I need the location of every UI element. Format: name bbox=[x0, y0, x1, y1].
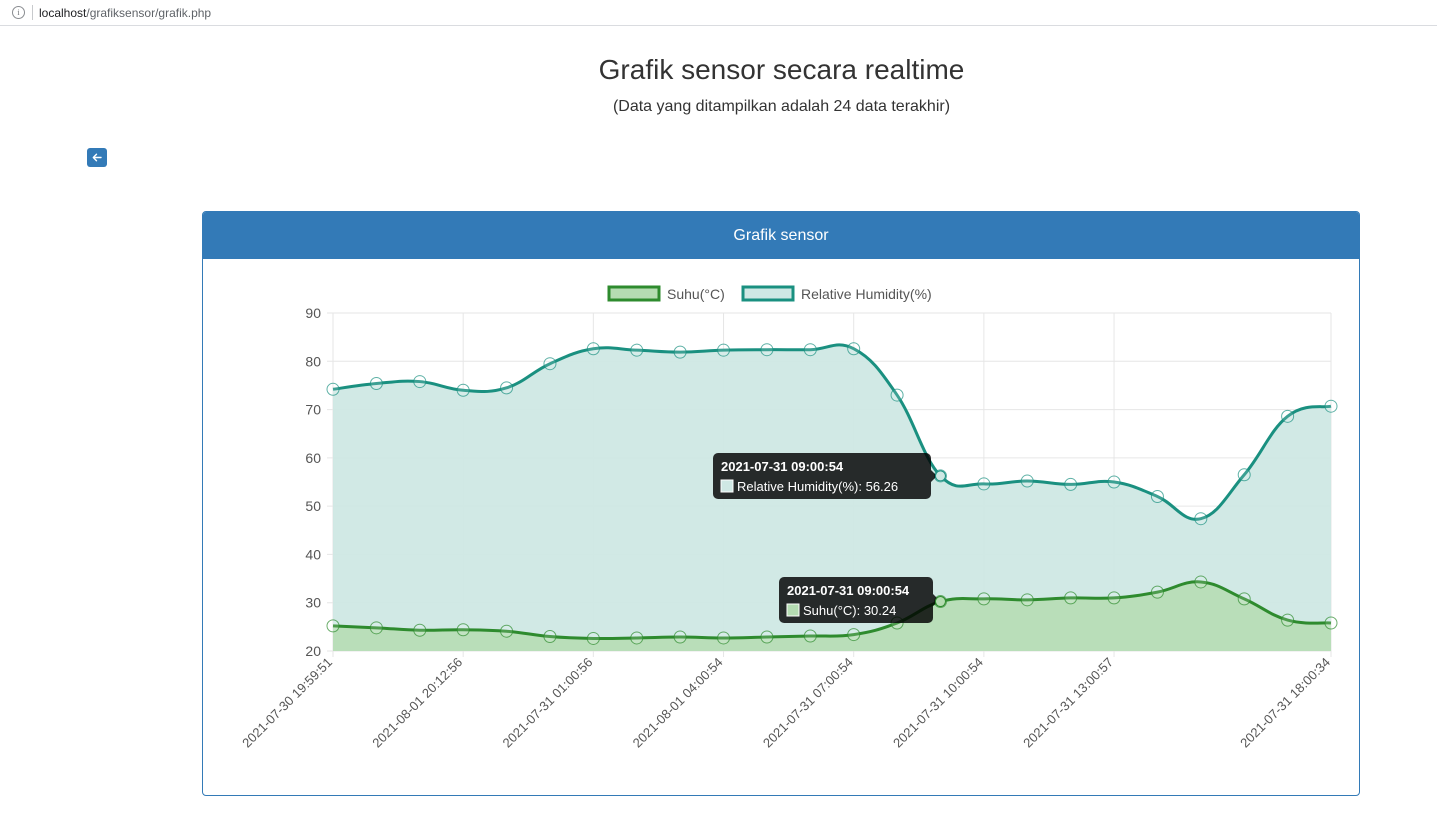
y-tick-label: 20 bbox=[305, 643, 321, 659]
x-tick-label: 2021-07-30 19:59:51 bbox=[239, 655, 335, 751]
suhu-point bbox=[413, 623, 427, 637]
tooltip-swatch bbox=[720, 479, 734, 493]
x-tick-label: 2021-07-31 01:00:56 bbox=[500, 655, 596, 751]
suhu-point bbox=[1281, 613, 1295, 627]
y-tick-label: 70 bbox=[305, 402, 321, 418]
suhu-point bbox=[760, 630, 774, 644]
url-host: localhost bbox=[39, 6, 87, 20]
tooltip-label: Relative Humidity(%): 56.26 bbox=[737, 479, 898, 494]
humidity-point bbox=[977, 477, 991, 491]
y-tick-label: 60 bbox=[305, 450, 321, 466]
suhu-point bbox=[369, 621, 383, 635]
x-tick-label: 2021-07-31 18:00:34 bbox=[1237, 655, 1333, 751]
tooltip-title: 2021-07-31 09:00:54 bbox=[787, 583, 910, 598]
tooltip-point bbox=[934, 596, 946, 608]
humidity-point bbox=[760, 343, 774, 357]
humidity-point bbox=[1324, 399, 1338, 413]
suhu-point bbox=[1324, 616, 1338, 630]
suhu-point bbox=[1107, 591, 1121, 605]
tooltip-swatch bbox=[786, 603, 800, 617]
suhu-point bbox=[630, 631, 644, 645]
y-tick-label: 40 bbox=[305, 546, 321, 562]
suhu-point bbox=[1194, 575, 1208, 589]
suhu-point bbox=[326, 619, 340, 633]
suhu-point bbox=[543, 630, 557, 644]
humidity-point bbox=[673, 345, 687, 359]
humidity-point bbox=[803, 343, 817, 357]
humidity-point bbox=[1107, 475, 1121, 489]
suhu-point bbox=[1237, 592, 1251, 606]
suhu-point bbox=[977, 592, 991, 606]
humidity-point bbox=[543, 357, 557, 371]
x-tick-label: 2021-07-31 07:00:54 bbox=[760, 655, 856, 751]
humidity-point bbox=[1237, 468, 1251, 482]
humidity-point bbox=[890, 388, 904, 402]
url-text[interactable]: localhost/grafiksensor/grafik.php bbox=[39, 6, 211, 20]
humidity-point bbox=[326, 382, 340, 396]
humidity-point bbox=[630, 343, 644, 357]
y-tick-label: 30 bbox=[305, 595, 321, 611]
back-button[interactable] bbox=[87, 148, 107, 167]
humidity-point bbox=[456, 383, 470, 397]
humidity-point bbox=[847, 342, 861, 356]
y-tick-label: 50 bbox=[305, 498, 321, 514]
legend-label: Suhu(°C) bbox=[667, 286, 725, 302]
humidity-point bbox=[1020, 474, 1034, 488]
address-separator bbox=[32, 5, 33, 20]
suhu-point bbox=[1150, 585, 1164, 599]
legend-label: Relative Humidity(%) bbox=[801, 286, 932, 302]
url-path: /grafiksensor/grafik.php bbox=[86, 6, 212, 20]
tooltip: 2021-07-31 09:00:54 Suhu(°C): 30.24 bbox=[779, 577, 946, 623]
humidity-point bbox=[1064, 477, 1078, 491]
tooltip: 2021-07-31 09:00:54 Relative Humidity(%):… bbox=[713, 453, 946, 499]
suhu-point bbox=[500, 624, 514, 638]
humidity-point bbox=[586, 342, 600, 356]
humidity-point bbox=[500, 381, 514, 395]
suhu-point bbox=[717, 631, 731, 645]
humidity-point bbox=[1194, 512, 1208, 526]
tooltip-label: Suhu(°C): 30.24 bbox=[803, 603, 896, 618]
y-tick-label: 90 bbox=[305, 305, 321, 321]
suhu-point bbox=[847, 628, 861, 642]
tooltip-point bbox=[934, 470, 946, 482]
x-tick-label: 2021-07-31 13:00:57 bbox=[1020, 655, 1116, 751]
legend-swatch bbox=[607, 285, 661, 302]
x-tick-label: 2021-08-01 04:00:54 bbox=[630, 655, 726, 751]
arrow-left-icon bbox=[92, 153, 102, 162]
line-chart[interactable]: 20 30 40 50 60 70 80 90 2021-07-30 19:59:51 2021-… bbox=[203, 212, 1359, 795]
suhu-point bbox=[586, 631, 600, 645]
page-subtitle: (Data yang ditampilkan adalah 24 data te… bbox=[612, 98, 951, 115]
browser-address-bar[interactable]: i localhost/grafiksensor/grafik.php bbox=[0, 0, 1437, 26]
suhu-point bbox=[673, 630, 687, 644]
x-tick-label: 2021-07-31 10:00:54 bbox=[890, 655, 986, 751]
humidity-point bbox=[413, 375, 427, 389]
humidity-point bbox=[1150, 489, 1164, 503]
chart-panel: Grafik sensor 20 30 40 50 60 70 80 90 2021-07-30… bbox=[202, 211, 1360, 796]
page-title: Grafik sensor secara realtime bbox=[598, 54, 965, 85]
info-icon[interactable]: i bbox=[12, 6, 25, 19]
suhu-point bbox=[1064, 591, 1078, 605]
humidity-point bbox=[1281, 409, 1295, 423]
humidity-point bbox=[717, 343, 731, 357]
humidity-point bbox=[369, 376, 383, 390]
tooltip-title: 2021-07-31 09:00:54 bbox=[721, 459, 844, 474]
suhu-point bbox=[456, 623, 470, 637]
y-tick-label: 80 bbox=[305, 353, 321, 369]
suhu-point bbox=[1020, 593, 1034, 607]
suhu-point bbox=[803, 629, 817, 643]
legend-swatch bbox=[741, 285, 795, 302]
x-tick-label: 2021-08-01 20:12:56 bbox=[369, 655, 465, 751]
